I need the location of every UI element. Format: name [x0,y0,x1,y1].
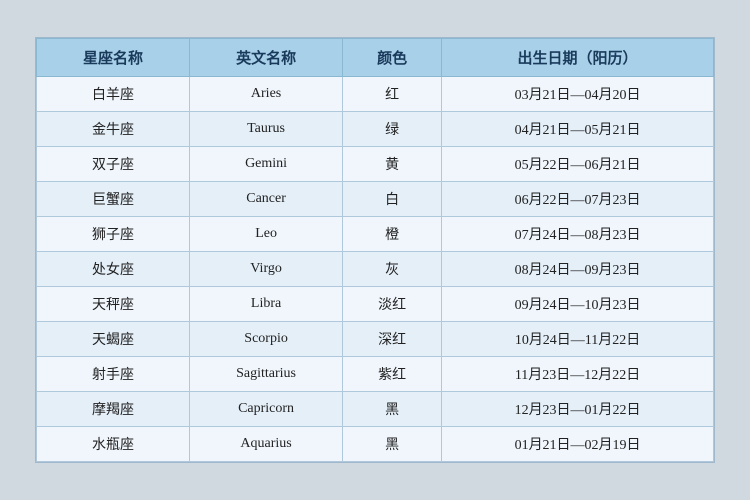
cell-chinese-name: 天秤座 [37,287,190,322]
zodiac-table-container: 星座名称 英文名称 颜色 出生日期（阳历） 白羊座Aries红03月21日—04… [35,37,715,463]
table-row: 白羊座Aries红03月21日—04月20日 [37,77,714,112]
cell-dates: 08月24日—09月23日 [442,252,714,287]
cell-dates: 10月24日—11月22日 [442,322,714,357]
table-body: 白羊座Aries红03月21日—04月20日金牛座Taurus绿04月21日—0… [37,77,714,462]
cell-dates: 06月22日—07月23日 [442,182,714,217]
cell-dates: 03月21日—04月20日 [442,77,714,112]
cell-english-name: Libra [190,287,343,322]
table-row: 狮子座Leo橙07月24日—08月23日 [37,217,714,252]
cell-chinese-name: 金牛座 [37,112,190,147]
header-color: 颜色 [343,39,442,77]
cell-english-name: Sagittarius [190,357,343,392]
cell-color: 黄 [343,147,442,182]
cell-english-name: Scorpio [190,322,343,357]
cell-chinese-name: 狮子座 [37,217,190,252]
cell-chinese-name: 射手座 [37,357,190,392]
cell-chinese-name: 摩羯座 [37,392,190,427]
cell-english-name: Cancer [190,182,343,217]
cell-chinese-name: 水瓶座 [37,427,190,462]
cell-color: 黑 [343,427,442,462]
cell-dates: 05月22日—06月21日 [442,147,714,182]
header-chinese-name: 星座名称 [37,39,190,77]
table-row: 射手座Sagittarius紫红11月23日—12月22日 [37,357,714,392]
cell-color: 绿 [343,112,442,147]
cell-color: 黑 [343,392,442,427]
table-header-row: 星座名称 英文名称 颜色 出生日期（阳历） [37,39,714,77]
cell-english-name: Taurus [190,112,343,147]
zodiac-table: 星座名称 英文名称 颜色 出生日期（阳历） 白羊座Aries红03月21日—04… [36,38,714,462]
table-row: 天秤座Libra淡红09月24日—10月23日 [37,287,714,322]
cell-dates: 12月23日—01月22日 [442,392,714,427]
cell-color: 橙 [343,217,442,252]
table-row: 水瓶座Aquarius黑01月21日—02月19日 [37,427,714,462]
table-row: 处女座Virgo灰08月24日—09月23日 [37,252,714,287]
cell-color: 紫红 [343,357,442,392]
cell-english-name: Leo [190,217,343,252]
cell-english-name: Virgo [190,252,343,287]
cell-dates: 01月21日—02月19日 [442,427,714,462]
cell-chinese-name: 天蝎座 [37,322,190,357]
cell-english-name: Capricorn [190,392,343,427]
cell-english-name: Aries [190,77,343,112]
cell-dates: 09月24日—10月23日 [442,287,714,322]
cell-chinese-name: 巨蟹座 [37,182,190,217]
cell-dates: 04月21日—05月21日 [442,112,714,147]
table-row: 摩羯座Capricorn黑12月23日—01月22日 [37,392,714,427]
cell-chinese-name: 处女座 [37,252,190,287]
cell-color: 深红 [343,322,442,357]
table-row: 双子座Gemini黄05月22日—06月21日 [37,147,714,182]
cell-chinese-name: 双子座 [37,147,190,182]
cell-dates: 11月23日—12月22日 [442,357,714,392]
table-row: 天蝎座Scorpio深红10月24日—11月22日 [37,322,714,357]
cell-color: 红 [343,77,442,112]
cell-english-name: Aquarius [190,427,343,462]
cell-color: 淡红 [343,287,442,322]
cell-english-name: Gemini [190,147,343,182]
cell-color: 灰 [343,252,442,287]
table-row: 巨蟹座Cancer白06月22日—07月23日 [37,182,714,217]
cell-dates: 07月24日—08月23日 [442,217,714,252]
cell-color: 白 [343,182,442,217]
table-row: 金牛座Taurus绿04月21日—05月21日 [37,112,714,147]
cell-chinese-name: 白羊座 [37,77,190,112]
header-english-name: 英文名称 [190,39,343,77]
header-dates: 出生日期（阳历） [442,39,714,77]
